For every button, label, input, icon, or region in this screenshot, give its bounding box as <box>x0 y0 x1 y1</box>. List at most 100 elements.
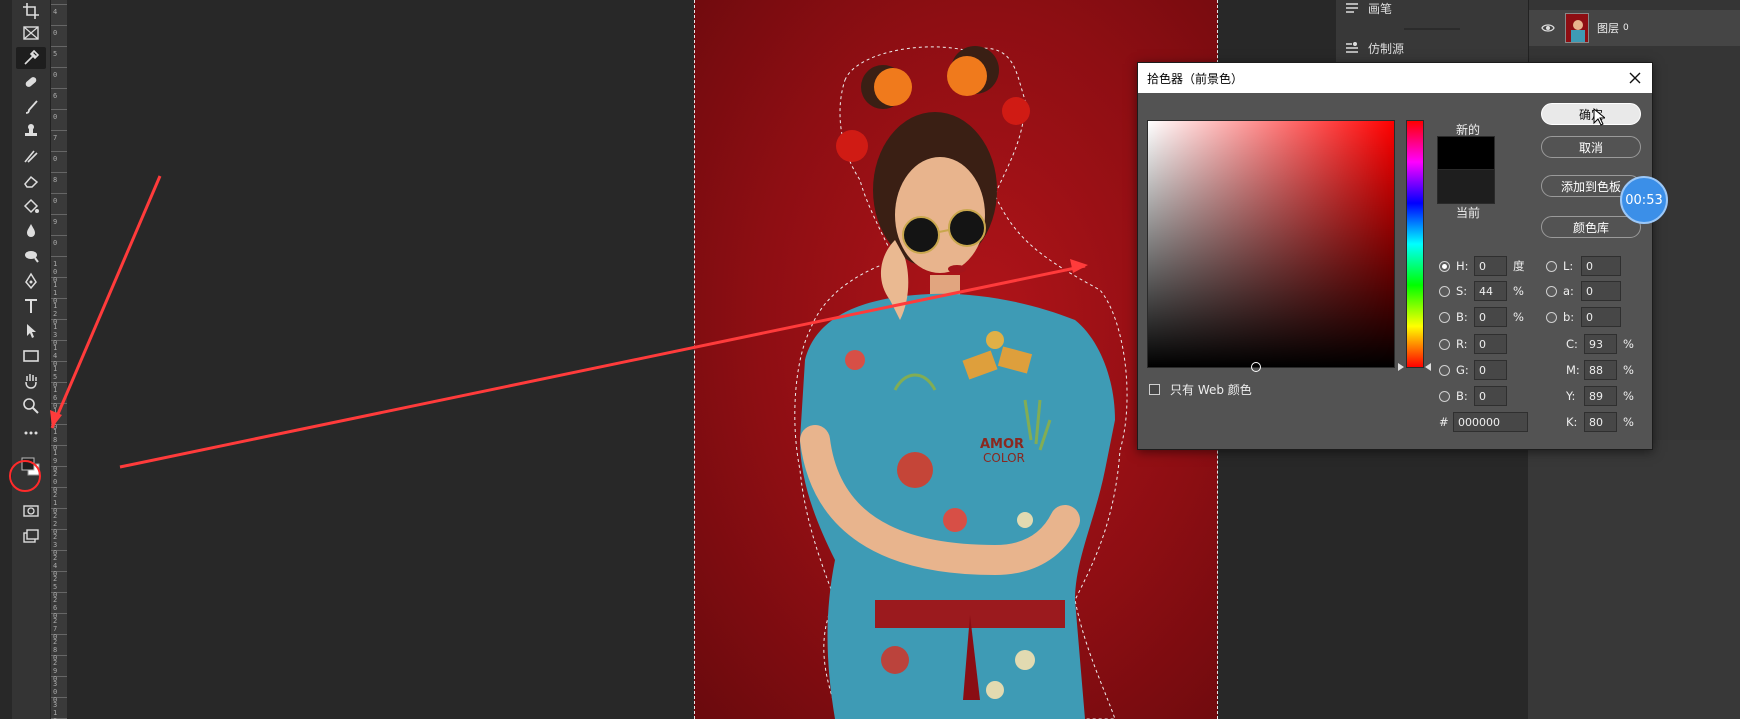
m-input[interactable]: 88 <box>1584 360 1617 380</box>
l-input[interactable]: 0 <box>1581 256 1621 276</box>
s-label: S: <box>1456 284 1468 298</box>
more-tools[interactable] <box>16 422 46 444</box>
l-label: L: <box>1563 259 1574 273</box>
lab-b-radio[interactable] <box>1546 311 1557 323</box>
color-field-cursor[interactable] <box>1251 362 1261 372</box>
frame-tool[interactable] <box>16 22 46 44</box>
rectangle-tool[interactable] <box>16 345 46 367</box>
ruler-label: 310 <box>53 701 58 719</box>
brightness-radio[interactable] <box>1439 311 1450 323</box>
brush-tool[interactable] <box>16 96 46 118</box>
lab-b-input[interactable]: 0 <box>1581 307 1621 327</box>
hex-input[interactable]: 000000 <box>1453 412 1528 432</box>
r-input[interactable]: 0 <box>1474 334 1507 354</box>
h-field-row: H: 0 度 <box>1439 256 1525 276</box>
blue-radio[interactable] <box>1439 390 1450 402</box>
screen-mode-icon <box>23 529 39 543</box>
y-input[interactable]: 89 <box>1584 386 1617 406</box>
ruler-label: 5 <box>53 50 58 58</box>
paint-bucket-icon <box>23 198 39 214</box>
blue-input[interactable]: 0 <box>1474 386 1507 406</box>
crop-icon <box>23 3 39 19</box>
eraser-icon <box>24 175 39 188</box>
a-radio[interactable] <box>1546 285 1557 297</box>
m-unit: % <box>1623 363 1634 377</box>
ruler-label: 0 <box>53 239 58 247</box>
color-libraries-button[interactable]: 颜色库 <box>1541 216 1641 238</box>
ruler-tick <box>51 151 67 152</box>
ruler-tick <box>51 235 67 236</box>
s-input[interactable]: 44 <box>1474 281 1507 301</box>
color-picker-dialog: 拾色器（前景色） 新的 当前 确定 取消 添加到色板 颜色库 H: 0 度 S: <box>1137 62 1653 450</box>
ruler-label: 0 <box>53 71 58 79</box>
photoshop-window: 4 0 5 0 6 0 7 0 8 0 9 0 100 110 120 130 140 150 160 170 180 1… <box>0 0 1740 719</box>
web-only-checkbox[interactable] <box>1149 384 1160 395</box>
hand-tool[interactable] <box>16 370 46 392</box>
y-label: Y: <box>1566 389 1576 403</box>
dodge-tool[interactable] <box>16 245 46 267</box>
h-radio[interactable] <box>1439 260 1450 272</box>
lab-b-field-row: b: 0 <box>1546 307 1621 327</box>
paint-bucket-tool[interactable] <box>16 195 46 217</box>
k-input[interactable]: 80 <box>1584 412 1617 432</box>
brush-panel-item[interactable]: 画笔 <box>1344 0 1392 20</box>
l-radio[interactable] <box>1546 260 1557 272</box>
ruler-label: 7 <box>53 134 58 142</box>
ruler-tick <box>51 46 67 47</box>
svg-text:AMOR: AMOR <box>980 437 1024 452</box>
close-button[interactable] <box>1624 67 1646 89</box>
h-input[interactable]: 0 <box>1474 256 1507 276</box>
g-radio[interactable] <box>1439 364 1450 376</box>
s-radio[interactable] <box>1439 285 1450 297</box>
history-brush-tool[interactable] <box>16 145 46 167</box>
clone-source-label: 仿制源 <box>1368 41 1405 56</box>
blur-icon <box>27 224 35 237</box>
eraser-tool[interactable] <box>16 170 46 192</box>
zoom-tool[interactable] <box>16 395 46 417</box>
dialog-title-bar[interactable]: 拾色器（前景色） <box>1138 63 1652 93</box>
stamp-tool[interactable] <box>16 120 46 142</box>
lab-b-label: b: <box>1563 310 1575 324</box>
hue-slider[interactable] <box>1406 120 1424 368</box>
saturation-brightness-field[interactable] <box>1147 120 1395 372</box>
quick-mask-button[interactable] <box>16 500 46 522</box>
a-input[interactable]: 0 <box>1581 281 1621 301</box>
foreground-background-swatches[interactable] <box>16 452 46 482</box>
screen-mode-button[interactable] <box>16 525 46 547</box>
crop-tool[interactable] <box>16 0 46 22</box>
panel-divider <box>1404 28 1460 30</box>
r-field-row: R: 0 <box>1439 334 1507 354</box>
current-color-swatch[interactable] <box>1437 170 1495 204</box>
blue-label: B: <box>1456 389 1468 403</box>
visibility-eye-icon[interactable] <box>1541 23 1555 33</box>
ruler-label: 8 <box>53 176 58 184</box>
web-only-option[interactable]: 只有 Web 颜色 <box>1149 381 1252 398</box>
type-tool[interactable] <box>16 295 46 317</box>
hue-slider-arrow-right[interactable] <box>1425 363 1431 371</box>
blur-tool[interactable] <box>16 220 46 242</box>
c-input[interactable]: 93 <box>1584 334 1617 354</box>
recording-timer[interactable]: 00:53 <box>1620 176 1668 224</box>
web-only-label: 只有 Web 颜色 <box>1170 383 1252 397</box>
path-select-tool[interactable] <box>16 320 46 342</box>
cancel-button[interactable]: 取消 <box>1541 136 1641 158</box>
brightness-input[interactable]: 0 <box>1474 307 1507 327</box>
healing-brush-tool[interactable] <box>16 71 46 93</box>
dialog-title: 拾色器（前景色） <box>1147 71 1244 86</box>
brush-settings-icon <box>1346 3 1358 13</box>
r-radio[interactable] <box>1439 338 1450 350</box>
ruler-label: 4 <box>53 8 58 16</box>
ok-button[interactable]: 确定 <box>1541 103 1641 125</box>
ruler-tick <box>51 67 67 68</box>
g-input[interactable]: 0 <box>1474 360 1507 380</box>
s-unit: % <box>1513 284 1524 298</box>
ruler-label: 6 <box>53 92 58 100</box>
pen-tool[interactable] <box>16 270 46 292</box>
clone-source-panel-item[interactable]: 仿制源 <box>1344 36 1404 60</box>
pen-icon <box>25 272 37 290</box>
healing-brush-icon <box>25 77 37 87</box>
eyedropper-tool[interactable] <box>16 47 46 69</box>
layer-row[interactable]: 图层 0 <box>1529 10 1740 46</box>
hue-slider-arrow-left[interactable] <box>1398 363 1404 371</box>
ruler-tick <box>51 256 67 257</box>
